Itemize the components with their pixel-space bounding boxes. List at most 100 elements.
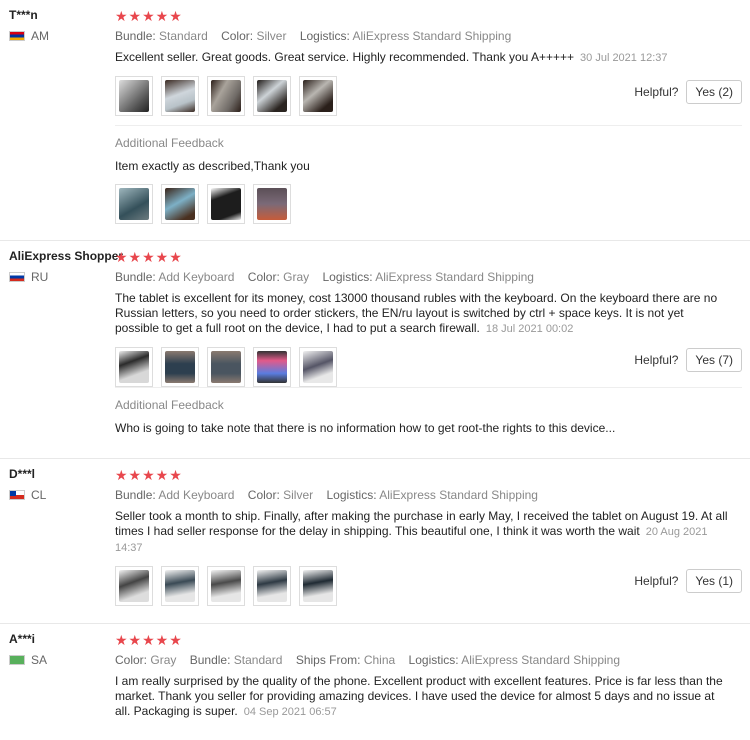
- reviewer-info: T***n AM: [9, 8, 113, 43]
- logistics-label: Logistics:: [322, 270, 373, 284]
- review-item: A***i SA ★★★★★ Color: Gray Bundle: Stand…: [0, 624, 750, 740]
- color-value: Silver: [283, 488, 314, 502]
- ships-from-label: Ships From:: [295, 653, 361, 667]
- helpful-yes-button[interactable]: Yes (2): [686, 80, 742, 104]
- reviewer-info: A***i SA: [9, 632, 113, 667]
- reviewer-info: AliExpress Shopper RU: [9, 249, 124, 284]
- review-photo[interactable]: [207, 566, 245, 606]
- bundle-value: Standard: [159, 29, 208, 43]
- logistics-value: AliExpress Standard Shipping: [461, 653, 621, 667]
- review-body: The tablet is excellent for its money, c…: [115, 291, 718, 335]
- review-date: 18 Jul 2021 00:02: [485, 323, 574, 335]
- review-body: I am really surprised by the quality of …: [115, 674, 723, 718]
- review-photo[interactable]: [299, 566, 337, 606]
- review-photo[interactable]: [299, 76, 337, 116]
- bundle-label: Bundle:: [115, 488, 156, 502]
- review-photo[interactable]: [253, 566, 291, 606]
- logistics-value: AliExpress Standard Shipping: [375, 270, 534, 284]
- review-content: ★★★★★ Color: Gray Bundle: Standard Ships…: [115, 632, 730, 720]
- helpful-yes-button[interactable]: Yes (1): [686, 569, 742, 593]
- review-text: Excellent seller. Great goods. Great ser…: [115, 50, 730, 66]
- review-item: D***l CL ★★★★★ Bundle: Add Keyboard Colo…: [0, 459, 750, 624]
- reviewer-country: SA: [9, 653, 113, 667]
- reviewer-name: AliExpress Shopper: [9, 249, 124, 263]
- additional-feedback-label: Additional Feedback: [115, 136, 224, 150]
- country-code: AM: [31, 29, 49, 43]
- review-photo[interactable]: [253, 184, 291, 224]
- review-attributes: Bundle: Add Keyboard Color: Silver Logis…: [115, 488, 730, 502]
- review-attributes: Bundle: Add Keyboard Color: Gray Logisti…: [115, 270, 730, 284]
- helpful-section: Helpful? Yes (2): [634, 80, 742, 104]
- flag-sa-icon: [9, 655, 25, 665]
- review-attributes: Color: Gray Bundle: Standard Ships From:…: [115, 653, 730, 667]
- color-label: Color:: [247, 488, 280, 502]
- star-rating: ★★★★★: [115, 8, 183, 24]
- reviewer-country: CL: [9, 488, 113, 502]
- additional-feedback: Additional Feedback Item exactly as desc…: [115, 125, 742, 224]
- review-photo[interactable]: [115, 566, 153, 606]
- review-item: T***n AM ★★★★★ Bundle: Standard Color: S…: [0, 0, 750, 241]
- bundle-label: Bundle:: [189, 653, 231, 667]
- review-date: 04 Sep 2021 06:57: [243, 706, 337, 718]
- bundle-label: Bundle:: [115, 270, 156, 284]
- review-photo[interactable]: [115, 184, 153, 224]
- review-photo[interactable]: [161, 184, 199, 224]
- star-rating: ★★★★★: [115, 632, 183, 648]
- reviewer-name: D***l: [9, 467, 36, 481]
- reviewer-country: AM: [9, 29, 113, 43]
- reviewer-name: A***i: [9, 632, 36, 646]
- bundle-value: Add Keyboard: [158, 488, 235, 502]
- flag-am-icon: [9, 31, 25, 41]
- country-code: RU: [31, 270, 49, 284]
- bundle-value: Add Keyboard: [158, 270, 235, 284]
- color-label: Color:: [247, 270, 280, 284]
- ships-from-value: China: [363, 653, 396, 667]
- review-body: Excellent seller. Great goods. Great ser…: [115, 50, 575, 64]
- reviewer-info: D***l CL: [9, 467, 113, 502]
- helpful-yes-button[interactable]: Yes (7): [686, 348, 742, 372]
- review-text: Seller took a month to ship. Finally, af…: [115, 509, 730, 556]
- review-photo[interactable]: [253, 347, 291, 387]
- helpful-label: Helpful?: [634, 353, 679, 367]
- flag-ru-icon: [9, 272, 25, 282]
- review-text: I am really surprised by the quality of …: [115, 674, 730, 720]
- helpful-label: Helpful?: [634, 85, 679, 99]
- logistics-label: Logistics:: [299, 29, 350, 43]
- review-attributes: Bundle: Standard Color: Silver Logistics…: [115, 29, 730, 43]
- color-value: Silver: [256, 29, 287, 43]
- bundle-value: Standard: [233, 653, 283, 667]
- review-photo[interactable]: [253, 76, 291, 116]
- review-item: AliExpress Shopper RU ★★★★★ Bundle: Add …: [0, 241, 750, 459]
- review-photo[interactable]: [207, 184, 245, 224]
- review-photo[interactable]: [299, 347, 337, 387]
- review-photo[interactable]: [207, 76, 245, 116]
- logistics-value: AliExpress Standard Shipping: [352, 29, 512, 43]
- additional-feedback-photos: [115, 184, 742, 224]
- review-date: 30 Jul 2021 12:37: [580, 52, 668, 64]
- logistics-label: Logistics:: [408, 653, 459, 667]
- review-photo[interactable]: [161, 76, 199, 116]
- logistics-value: AliExpress Standard Shipping: [379, 488, 538, 502]
- review-photo[interactable]: [115, 76, 153, 116]
- country-code: SA: [31, 653, 48, 667]
- review-text: The tablet is excellent for its money, c…: [115, 291, 730, 337]
- color-label: Color:: [115, 653, 148, 667]
- star-rating: ★★★★★: [115, 249, 183, 265]
- additional-feedback-label: Additional Feedback: [115, 398, 224, 412]
- review-photo[interactable]: [207, 347, 245, 387]
- additional-feedback-text: Who is going to take note that there is …: [115, 421, 616, 435]
- logistics-label: Logistics:: [326, 488, 377, 502]
- additional-feedback-text: Item exactly as described,Thank you: [115, 159, 310, 173]
- star-rating: ★★★★★: [115, 467, 183, 483]
- review-photo[interactable]: [161, 347, 199, 387]
- review-photo[interactable]: [161, 566, 199, 606]
- country-code: CL: [31, 488, 47, 502]
- reviewer-country: RU: [9, 270, 113, 284]
- additional-feedback: Additional Feedback Who is going to take…: [115, 387, 742, 436]
- review-photo[interactable]: [115, 347, 153, 387]
- color-value: Gray: [283, 270, 310, 284]
- helpful-label: Helpful?: [634, 574, 679, 588]
- color-label: Color:: [221, 29, 254, 43]
- bundle-label: Bundle:: [115, 29, 156, 43]
- reviewer-name: T***n: [9, 8, 38, 22]
